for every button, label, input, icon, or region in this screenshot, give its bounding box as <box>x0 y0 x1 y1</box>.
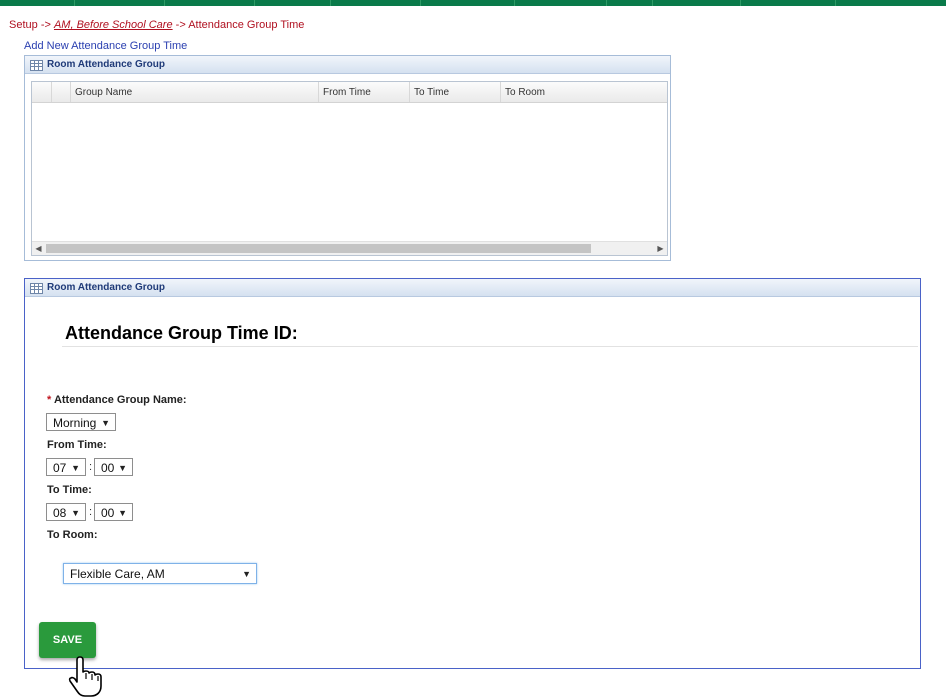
time-separator: : <box>89 506 93 518</box>
to-minute-select[interactable]: 00 ▼ <box>94 503 133 521</box>
form-panel-title: Room Attendance Group <box>47 282 165 293</box>
grid-icon <box>30 283 43 294</box>
breadcrumb-current: Attendance Group Time <box>188 19 305 31</box>
grid-column-select[interactable] <box>52 82 71 102</box>
attendance-group-name-select[interactable]: Morning ▼ <box>46 413 116 431</box>
room-attendance-group-grid-panel: Room Attendance Group Group Name From Ti… <box>24 55 671 261</box>
grid-panel-header: Room Attendance Group <box>25 56 670 74</box>
from-hour-select[interactable]: 07 ▼ <box>46 458 86 476</box>
grid-header-row: Group Name From Time To Time To Room <box>32 82 667 103</box>
form-panel-header: Room Attendance Group <box>25 279 920 297</box>
to-time-label: To Time: <box>47 484 92 496</box>
grid-column-group-name[interactable]: Group Name <box>71 82 319 102</box>
scrollbar-thumb[interactable] <box>46 244 591 253</box>
top-nav-bar <box>0 0 946 6</box>
time-separator: : <box>89 461 93 473</box>
from-time-label: From Time: <box>47 439 107 451</box>
grid-column-to-room[interactable]: To Room <box>501 82 667 102</box>
required-marker: * <box>47 394 52 406</box>
chevron-down-icon: ▼ <box>101 418 110 428</box>
grid-column-row-number <box>32 82 52 102</box>
chevron-down-icon: ▼ <box>71 463 80 473</box>
grid-icon <box>30 60 43 71</box>
form-heading: Attendance Group Time ID: <box>65 323 298 343</box>
to-room-select[interactable]: Flexible Care, AM ▼ <box>63 563 257 584</box>
chevron-down-icon: ▼ <box>118 463 127 473</box>
from-minute-select[interactable]: 00 ▼ <box>94 458 133 476</box>
chevron-down-icon: ▼ <box>118 508 127 518</box>
attendance-group-name-label: * Attendance Group Name: <box>47 394 187 406</box>
grid-horizontal-scrollbar[interactable]: ◀ ▶ <box>32 241 667 255</box>
grid-panel-title: Room Attendance Group <box>47 59 165 70</box>
attendance-group-grid: Group Name From Time To Time To Room ◀ ▶ <box>31 81 668 256</box>
save-button[interactable]: SAVE <box>39 622 96 658</box>
chevron-down-icon: ▼ <box>71 508 80 518</box>
add-new-attendance-group-time-link[interactable]: Add New Attendance Group Time <box>24 40 187 52</box>
breadcrumb-before-school-care-link[interactable]: AM, Before School Care <box>54 19 173 31</box>
grid-column-to-time[interactable]: To Time <box>410 82 501 102</box>
to-room-label: To Room: <box>47 529 98 541</box>
breadcrumb: Setup -> AM, Before School Care -> Atten… <box>9 19 305 31</box>
scroll-right-icon[interactable]: ▶ <box>654 242 667 255</box>
room-attendance-group-form-panel: Room Attendance Group Attendance Group T… <box>24 278 921 669</box>
chevron-down-icon: ▼ <box>242 569 251 579</box>
grid-column-from-time[interactable]: From Time <box>319 82 410 102</box>
to-hour-select[interactable]: 08 ▼ <box>46 503 86 521</box>
heading-divider <box>62 346 918 347</box>
hand-pointer-icon <box>68 656 102 697</box>
breadcrumb-setup[interactable]: Setup <box>9 19 38 31</box>
scroll-left-icon[interactable]: ◀ <box>32 242 45 255</box>
